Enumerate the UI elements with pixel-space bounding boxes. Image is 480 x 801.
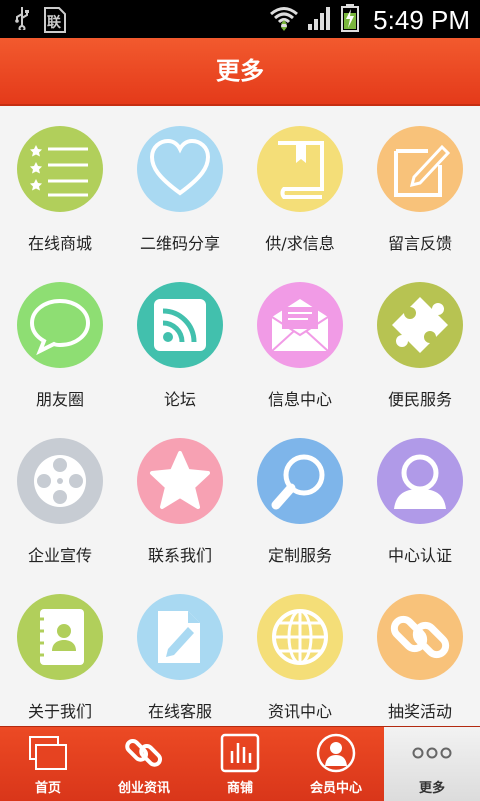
- magnifier-icon: [257, 438, 343, 524]
- sim-card-icon: 联: [44, 7, 66, 33]
- grid-item-label: 中心认证: [387, 546, 452, 565]
- page-title: 更多: [216, 57, 264, 85]
- tab-label: 会员中心: [309, 781, 362, 796]
- grid-item-feedback[interactable]: 留言反馈: [360, 106, 480, 262]
- carrier-glyph: 联: [47, 15, 61, 31]
- grid-item-friends-circle[interactable]: 朋友圈: [0, 262, 120, 418]
- tab-label: 商铺: [226, 781, 253, 796]
- grid-item-label: 关于我们: [27, 702, 92, 721]
- grid-item-convenience-service[interactable]: 便民服务: [360, 262, 480, 418]
- grid-item-online-mall[interactable]: 在线商城: [0, 106, 120, 262]
- bottom-tab-bar: 首页 创业资讯 商铺 会员中心 更多: [0, 726, 480, 801]
- puzzle-icon: [377, 282, 463, 368]
- grid-item-qrcode-share[interactable]: 二维码分享: [120, 106, 240, 262]
- grid-item-label: 论坛: [163, 390, 196, 409]
- heart-icon: [137, 126, 223, 212]
- status-bar: 联 5:49 PM: [0, 0, 480, 38]
- grid-item-label: 抽奖活动: [387, 702, 452, 721]
- tab-shops[interactable]: 商铺: [192, 727, 288, 801]
- grid-item-label: 二维码分享: [139, 234, 220, 253]
- grid-item-forum[interactable]: 论坛: [120, 262, 240, 418]
- tab-label: 首页: [34, 781, 61, 796]
- grid-item-news-center[interactable]: 资讯中心: [240, 574, 360, 730]
- battery-charging-icon: [341, 4, 360, 36]
- book-icon: [257, 126, 343, 212]
- tab-more[interactable]: 更多: [384, 727, 480, 801]
- star-icon: [137, 438, 223, 524]
- chain-link-icon: [125, 738, 163, 767]
- grid-item-about-us[interactable]: 关于我们: [0, 574, 120, 730]
- contacts-book-icon: [17, 594, 103, 680]
- mail-icon: [257, 282, 343, 368]
- grid-item-center-certification[interactable]: 中心认证: [360, 418, 480, 574]
- menu-grid: 在线商城 二维码分享 供/求信息 留言反馈 朋友圈 论坛 信息中心 便民服务 企…: [0, 106, 480, 726]
- signal-icon: [307, 5, 333, 35]
- grid-item-custom-service[interactable]: 定制服务: [240, 418, 360, 574]
- status-time: 5:49 PM: [373, 4, 470, 35]
- grid-item-supply-demand[interactable]: 供/求信息: [240, 106, 360, 262]
- grid-item-label: 信息中心: [267, 390, 332, 409]
- grid-item-label: 资讯中心: [267, 702, 332, 721]
- document-pencil-icon: [137, 594, 223, 680]
- usb-icon: [14, 6, 30, 34]
- film-reel-icon: [17, 438, 103, 524]
- grid-item-info-center[interactable]: 信息中心: [240, 262, 360, 418]
- more-dots-icon: [412, 747, 452, 759]
- grid-item-label: 朋友圈: [35, 390, 84, 409]
- grid-item-contact-us[interactable]: 联系我们: [120, 418, 240, 574]
- grid-item-label: 在线商城: [27, 234, 92, 253]
- speech-bubble-icon: [17, 282, 103, 368]
- grid-item-label: 便民服务: [387, 390, 452, 409]
- home-windows-icon: [29, 736, 67, 770]
- grid-item-label: 留言反馈: [387, 234, 452, 253]
- tab-label: 更多: [418, 781, 445, 796]
- bar-chart-icon: [220, 733, 260, 773]
- tab-member-center[interactable]: 会员中心: [288, 727, 384, 801]
- grid-item-label: 在线客服: [147, 702, 212, 721]
- edit-icon: [377, 126, 463, 212]
- grid-item-corporate-promo[interactable]: 企业宣传: [0, 418, 120, 574]
- grid-item-label: 供/求信息: [265, 234, 335, 253]
- grid-item-label: 企业宣传: [27, 546, 92, 565]
- list-stars-icon: [17, 126, 103, 212]
- title-bar: 更多: [0, 38, 480, 106]
- tab-home[interactable]: 首页: [0, 727, 96, 801]
- user-avatar-icon: [316, 733, 356, 773]
- grid-item-online-support[interactable]: 在线客服: [120, 574, 240, 730]
- tab-label: 创业资讯: [117, 781, 170, 796]
- grid-item-lottery[interactable]: 抽奖活动: [360, 574, 480, 730]
- grid-item-label: 联系我们: [147, 546, 212, 565]
- rss-icon: [137, 282, 223, 368]
- user-icon: [377, 438, 463, 524]
- wifi-icon: [269, 5, 299, 35]
- grid-item-label: 定制服务: [267, 546, 332, 565]
- tab-startup-news[interactable]: 创业资讯: [96, 727, 192, 801]
- globe-icon: [257, 594, 343, 680]
- chain-link-icon: [377, 594, 463, 680]
